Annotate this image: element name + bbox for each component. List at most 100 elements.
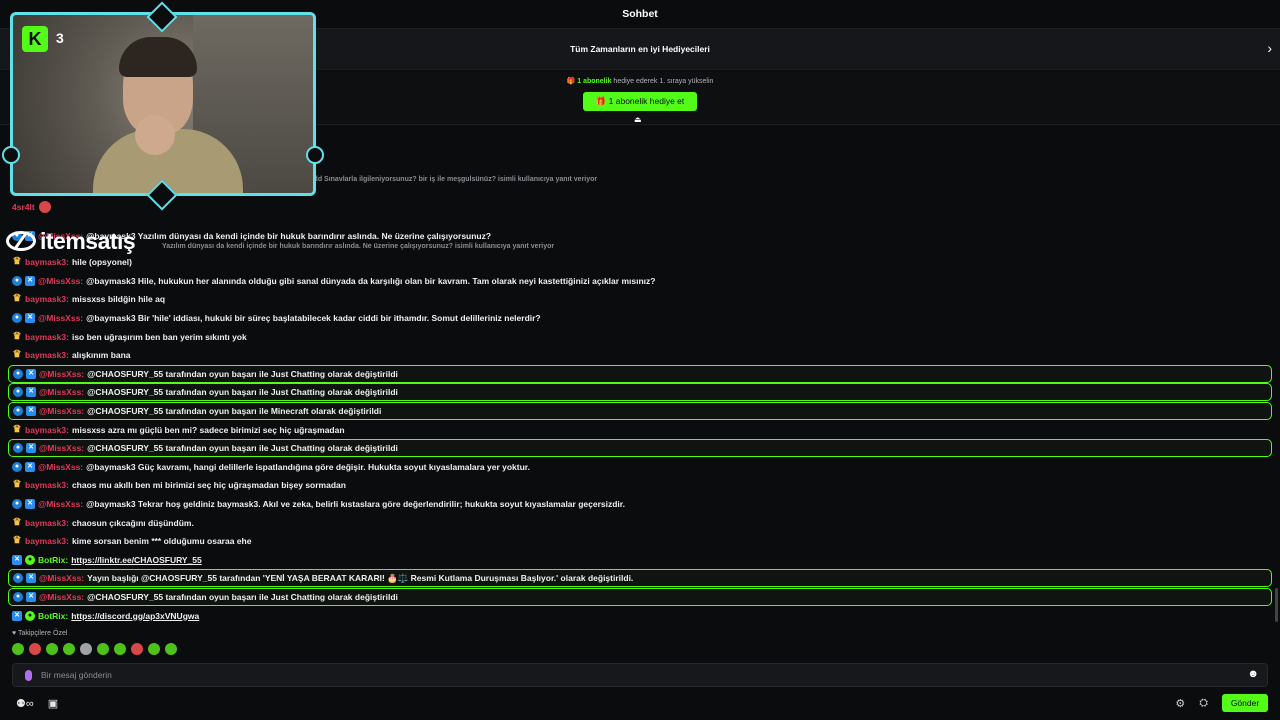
webcam-count: 3 [56, 30, 64, 46]
watermark-text: itemsatış [40, 227, 136, 254]
message-text: @baymask3 Güç kavramı, hangi delillerle … [86, 461, 530, 472]
emote-icon[interactable] [165, 643, 177, 655]
vip-badge-icon: ● [25, 610, 35, 621]
emote-icon[interactable] [12, 643, 24, 655]
message-username[interactable]: @MissXss: [39, 406, 84, 416]
chevron-right-icon[interactable]: › [1267, 40, 1272, 56]
emote-icon[interactable] [148, 643, 160, 655]
message-text: kime sorsan benim *** olduğumu osaraa eh… [71, 536, 252, 547]
emote-icon[interactable] [114, 643, 126, 655]
bot-badge-icon: ● [12, 499, 22, 509]
emote-icon[interactable] [80, 643, 92, 655]
message-username[interactable]: @MissXss: [39, 573, 84, 583]
chat-scrollbar[interactable] [1275, 588, 1278, 622]
message-text: hile (opsyonel) [71, 257, 132, 268]
message-username[interactable]: baymask3: [25, 257, 69, 267]
message-text: @CHAOSFURY_55 tarafından oyun başarı ile… [87, 592, 398, 602]
message-username[interactable]: baymask3: [25, 425, 69, 435]
points-icon[interactable]: ⚉∞ [16, 697, 34, 710]
mic-icon[interactable] [25, 670, 32, 681]
chat-footer: ⚉∞ ▣ ⚙ ⛭ Gönder [0, 692, 1280, 720]
emote-icon[interactable] [63, 643, 75, 655]
message-username[interactable]: @MissXss: [38, 499, 83, 509]
message-text: Yayın başlığı @CHAOSFURY_55 tarafından '… [87, 572, 634, 583]
chat-message: ♛ baymask3: chaosun çıkcağını düşündüm. [8, 514, 1272, 532]
chat-message: ● ✕ @MissXss: @baymask3 Hile, hukukun her a… [8, 272, 1272, 290]
mod-badge-icon: ✕ [25, 275, 35, 286]
message-username[interactable]: baymask3: [25, 294, 69, 304]
mod-tools-icon[interactable]: ⛭ [1199, 697, 1208, 710]
message-username[interactable]: @MissXss: [38, 313, 83, 323]
chat-message: ● ✕ @MissXss: Yayın başlığı @CHAOSFURY_55 t… [8, 569, 1272, 588]
gift-promo-rest: hediye ederek 1. sıraya yükselin [613, 78, 714, 85]
collapse-icon[interactable]: ⏏ [634, 115, 642, 124]
message-username[interactable]: @MissXss: [39, 443, 84, 453]
message-username[interactable]: @MissXss: [38, 276, 83, 286]
message-text: @CHAOSFURY_55 tarafından oyun başarı ile… [87, 368, 398, 379]
chat-message: ● ✕ @MissXss: @baymask3 Bir 'hile' iddiası,… [8, 309, 1272, 327]
bot-badge-icon: ● [12, 461, 22, 472]
message-text: @baymask3 Tekrar hoş geldiniz baymask3. … [86, 499, 625, 509]
emote-icon[interactable] [97, 643, 109, 655]
mod-badge-icon: ✕ [12, 610, 22, 621]
mod-badge-icon: ✕ [26, 573, 36, 584]
reply-context: @rdd Sınavlarla ilgileniyorsunuz? bir iş… [304, 175, 598, 183]
itemsatis-watermark: itemsatış [6, 227, 136, 254]
settings-gear-icon[interactable]: ⚙ [1175, 697, 1185, 710]
bot-badge-icon: ● [12, 313, 22, 323]
chat-message: ● ✕ @MissXss: @CHAOSFURY_55 tarafından oyun… [8, 588, 1272, 606]
chat-input-box[interactable]: ☻ [12, 663, 1268, 687]
chat-message: ● ✕ @MissXss: @baymask3 Güç kavramı, hangi … [8, 458, 1272, 476]
bot-badge-icon: ● [13, 406, 23, 416]
message-username[interactable]: BotRix: [38, 611, 68, 621]
message-text: @CHAOSFURY_55 tarafından oyun başarı ile… [87, 387, 398, 398]
chat-message: ♛ baymask3: missxss azra mı güçlü ben mi? … [8, 421, 1272, 439]
streamer-video [93, 37, 243, 193]
emote-icon[interactable] [46, 643, 58, 655]
message-username[interactable]: @MissXss: [39, 592, 84, 602]
chat-message: ● ✕ @MissXss: @CHAOSFURY_55 tarafından oyun… [8, 402, 1272, 420]
message-username[interactable]: baymask3: [25, 536, 69, 546]
footer-left: ⚉∞ ▣ [16, 697, 58, 710]
frame-ornament-icon [306, 146, 324, 164]
message-text: @CHAOSFURY_55 tarafından oyun başarı ile… [87, 406, 382, 416]
message-text: chaosun çıkcağını düşündüm. [71, 517, 194, 528]
chat-input[interactable] [41, 664, 1221, 686]
emote-bar: ♥ Takipçilere Özel [12, 630, 412, 666]
mod-badge-icon: ✕ [25, 499, 35, 509]
bot-badge-icon: ● [12, 275, 22, 286]
frame-ornament-icon [2, 146, 20, 164]
message-username[interactable]: BotRix: [38, 555, 68, 565]
message-username[interactable]: @MissXss: [39, 387, 84, 397]
message-username[interactable]: baymask3: [25, 480, 69, 490]
message-username[interactable]: @MissXss: [39, 369, 84, 379]
message-link[interactable]: https://discord.gg/ap3xVNUgwa [71, 611, 199, 621]
message-username[interactable]: @MissXss: [38, 462, 83, 472]
vip-badge-icon: ● [25, 554, 35, 565]
gift-subscription-button[interactable]: 🎁 1 abonelik hediye et [583, 92, 697, 111]
message-text: chaos mu akıllı ben mi birimizi seç hiç … [71, 480, 346, 491]
message-text: @baymask3 Bir 'hile' iddiası, hukuki bir… [86, 313, 541, 323]
mod-badge-icon: ✕ [26, 368, 36, 379]
mod-badge-icon: ✕ [25, 461, 35, 472]
emote-icon[interactable] [29, 643, 41, 655]
message-text: missxss bildğin hile aq [71, 294, 166, 305]
message-username[interactable]: baymask3: [25, 518, 69, 528]
message-username[interactable]: baymask3: [25, 350, 69, 360]
message-username[interactable]: baymask3: [25, 332, 69, 342]
emote-icon[interactable] [131, 643, 143, 655]
message-text: @baymask3 Hile, hukukun her alanında old… [86, 275, 656, 286]
crown-badge-icon: ♛ [12, 479, 22, 491]
message-text: alışkınım bana [71, 350, 131, 361]
chat-message: ✕ ● BotRix: https://linktr.ee/CHAOSFURY_55 [8, 551, 1272, 569]
chat-message: ♛ baymask3: alışkınım bana [8, 346, 1272, 364]
mod-badge-icon: ✕ [25, 313, 35, 323]
send-button[interactable]: Gönder [1222, 694, 1268, 712]
webcam-overlay: K 3 [0, 0, 324, 212]
footer-right: ⚙ ⛭ Gönder [1175, 694, 1268, 712]
store-icon[interactable]: ▣ [48, 697, 58, 710]
emoji-icon[interactable]: ☻ [1247, 668, 1259, 680]
chat-message: ✕ ● BotRix: https://discord.gg/ap3xVNUgwa [8, 607, 1272, 625]
crown-badge-icon: ♛ [12, 535, 22, 547]
message-link[interactable]: https://linktr.ee/CHAOSFURY_55 [71, 555, 202, 565]
